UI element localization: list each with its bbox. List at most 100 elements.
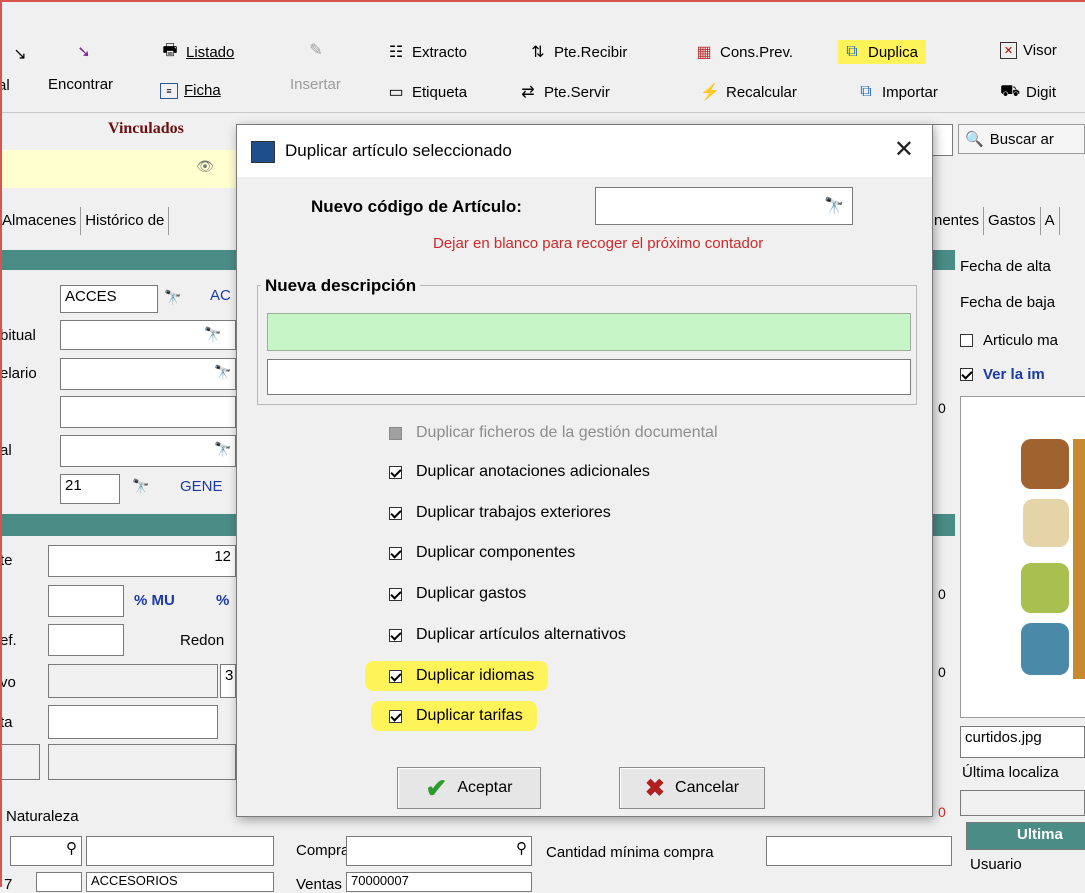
- pte-servir-button[interactable]: ⇄ Pte.Servir: [518, 82, 610, 102]
- binoculars-icon[interactable]: 🔭: [824, 196, 844, 216]
- option-tarifas[interactable]: Duplicar tarifas: [371, 701, 537, 731]
- ventas-label: Ventas: [296, 876, 342, 893]
- listado-button[interactable]: 🖶 Listado: [160, 42, 234, 62]
- dialog-title: Duplicar artículo seleccionado: [285, 141, 512, 160]
- close-icon[interactable]: ✕: [894, 135, 914, 164]
- pte-recibir-button[interactable]: ⇅ Pte.Recibir: [528, 42, 627, 62]
- option-trabajos[interactable]: Duplicar trabajos exteriores: [389, 504, 611, 522]
- tab-a[interactable]: A: [1041, 207, 1060, 235]
- pct-button[interactable]: %: [216, 592, 229, 609]
- cancel-button[interactable]: ✖ Cancelar: [619, 767, 765, 809]
- binoculars-icon[interactable]: 🔭: [210, 441, 236, 461]
- option-componentes[interactable]: Duplicar componentes: [389, 544, 575, 562]
- buscar-button[interactable]: 🔍 Buscar ar: [958, 124, 1085, 154]
- binoculars-icon[interactable]: 🔭: [200, 326, 226, 346]
- tab-historico[interactable]: Histórico de: [81, 207, 170, 235]
- row7-label: 7: [4, 876, 13, 893]
- extracto-button[interactable]: ☷ Extracto: [386, 42, 467, 62]
- vinculados-row: Vinculados: [0, 114, 236, 144]
- naturaleza-field[interactable]: ⚲: [10, 836, 82, 866]
- checkbox-icon: [389, 546, 402, 560]
- checkbox-icon: [389, 465, 402, 479]
- ficha-button[interactable]: ≡ Ficha: [160, 82, 221, 99]
- naturaleza-desc-field[interactable]: [86, 836, 274, 866]
- tab-almacenes[interactable]: Almacenes: [0, 207, 82, 235]
- accesorios-field[interactable]: ACCESORIOS: [86, 872, 274, 892]
- new-code-hint: Dejar en blanco para recoger el próximo …: [433, 235, 764, 252]
- tab-componentes[interactable]: nentes: [930, 207, 985, 235]
- ref-field[interactable]: [48, 624, 124, 656]
- toolbar-cut-label[interactable]: al: [0, 77, 10, 94]
- descripcion-field-end[interactable]: [933, 124, 953, 156]
- visor-button[interactable]: ✕ Visor: [1000, 42, 1057, 59]
- ultima-header: Ultima: [966, 822, 1085, 850]
- app-icon: [251, 141, 275, 163]
- receive-icon: ⇅: [531, 44, 545, 61]
- viewer-icon: ✕: [1000, 42, 1017, 59]
- etiqueta-button[interactable]: ▭ Etiqueta: [386, 82, 467, 102]
- binoculars-icon[interactable]: 👁: [192, 158, 218, 178]
- arrow-icon: ↘: [13, 46, 27, 63]
- ver-imagen-checkbox[interactable]: Ver la im: [960, 366, 1045, 383]
- toolbar-cut-icon[interactable]: ↘: [10, 44, 30, 64]
- card-icon: ≡: [160, 82, 178, 99]
- binoculars-icon[interactable]: 🔭: [160, 289, 186, 309]
- label-icon: ▭: [388, 84, 404, 101]
- section-bar-1: [0, 250, 236, 270]
- vo-field: [48, 664, 218, 698]
- search-icon[interactable]: ⚲: [66, 840, 77, 857]
- familia-code-field[interactable]: ACCES: [60, 285, 158, 313]
- importar-button[interactable]: ⧉ Importar: [856, 82, 938, 102]
- ventas-field[interactable]: 70000007: [346, 872, 532, 892]
- blank-field[interactable]: [60, 396, 236, 428]
- option-idiomas[interactable]: Duplicar idiomas: [365, 661, 549, 691]
- compras-field[interactable]: ⚲: [346, 836, 532, 866]
- digit-button[interactable]: ⛟ Digit: [1000, 82, 1056, 102]
- magnifier-icon: 🔍: [965, 131, 984, 148]
- ta-field[interactable]: [48, 705, 218, 739]
- mu-field[interactable]: [48, 585, 124, 617]
- pointer-icon: ➘: [77, 44, 91, 61]
- import-icon: ⧉: [860, 83, 872, 100]
- cantidad-min-compra-field[interactable]: [766, 836, 952, 866]
- ship-icon: ⇄: [521, 84, 535, 101]
- new-description-line1[interactable]: [267, 313, 911, 351]
- articulo-ma-checkbox[interactable]: Articulo ma: [960, 332, 1058, 349]
- swatch-green: [1021, 563, 1069, 613]
- val3-field[interactable]: 3: [220, 664, 236, 698]
- encontrar-button[interactable]: Encontrar: [48, 76, 113, 93]
- search-icon[interactable]: ⚲: [516, 840, 527, 857]
- swatch-blue: [1021, 623, 1069, 675]
- digit-0b: 0: [938, 586, 946, 602]
- new-description-line2[interactable]: [267, 359, 911, 395]
- vinculados-tab[interactable]: Vinculados: [108, 120, 184, 138]
- accept-button[interactable]: ✔ Aceptar: [397, 767, 541, 809]
- insertar-button[interactable]: Insertar: [290, 76, 341, 93]
- label-elario: elario: [0, 365, 37, 382]
- option-anotaciones[interactable]: Duplicar anotaciones adicionales: [389, 463, 650, 481]
- rcial-field-a: [0, 744, 40, 780]
- label-te: te: [0, 552, 13, 569]
- section-bar-2: [0, 514, 236, 536]
- duplica-button[interactable]: ⧉ Duplica: [838, 40, 927, 64]
- row7-field[interactable]: [36, 872, 82, 892]
- fecha-alta-label: Fecha de alta: [960, 258, 1051, 275]
- num-21-field[interactable]: 21: [60, 474, 120, 504]
- label-vo: vo: [0, 674, 16, 691]
- recalcular-button[interactable]: ⚡ Recalcular: [700, 82, 797, 102]
- encontrar-icon-slot[interactable]: ➘: [74, 42, 94, 62]
- binoculars-icon[interactable]: 🔭: [128, 478, 154, 498]
- option-gastos[interactable]: Duplicar gastos: [389, 585, 526, 603]
- image-filename-field[interactable]: curtidos.jpg: [960, 726, 1085, 758]
- cons-prev-button[interactable]: ▦ Cons.Prev.: [694, 42, 793, 62]
- pct-mu-button[interactable]: % MU: [134, 592, 175, 609]
- ultima-localiza-label: Última localiza: [962, 764, 1059, 781]
- coste-field[interactable]: 12: [48, 545, 236, 577]
- search-strip: 👁: [0, 150, 236, 188]
- tab-gastos[interactable]: Gastos: [984, 207, 1041, 235]
- checkbox-icon: [389, 628, 402, 642]
- option-alternativos[interactable]: Duplicar artículos alternativos: [389, 626, 626, 644]
- new-code-input[interactable]: 🔭: [595, 187, 853, 225]
- binoculars-icon[interactable]: 🔭: [210, 364, 236, 384]
- scanner-icon: ⛟: [999, 83, 1021, 100]
